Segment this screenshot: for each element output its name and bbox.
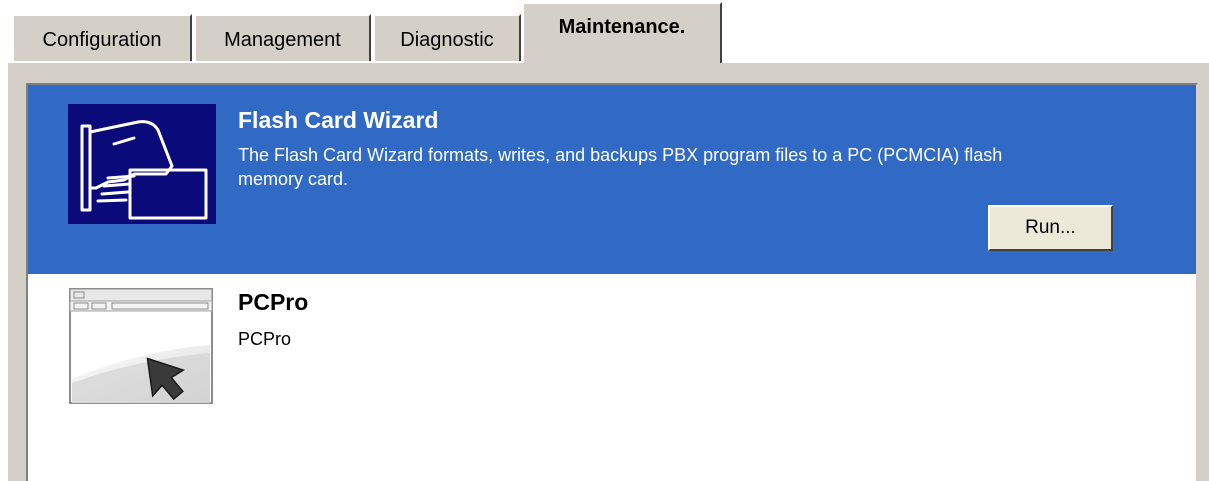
tab-maintenance-label: Maintenance. xyxy=(558,16,686,38)
tab-diagnostic[interactable]: Diagnostic xyxy=(373,14,521,61)
tab-diagnostic-label: Diagnostic xyxy=(400,29,494,51)
tab-management[interactable]: Management xyxy=(194,14,371,61)
list-item-pcpro[interactable]: PCPro PCPro xyxy=(28,274,1196,481)
flash-card-wizard-title: Flash Card Wizard xyxy=(238,107,439,133)
maintenance-window: Configuration Management Diagnostic Main… xyxy=(0,0,1209,481)
tab-maintenance[interactable]: Maintenance. xyxy=(522,2,722,63)
pcpro-window-icon xyxy=(68,287,216,407)
pcpro-description: PCPro xyxy=(238,329,292,349)
tab-configuration-label: Configuration xyxy=(42,29,162,51)
tab-strip: Configuration Management Diagnostic Main… xyxy=(0,0,1209,63)
flash-card-wizard-description: The Flash Card Wizard formats, writes, a… xyxy=(238,145,1003,189)
flash-card-icon xyxy=(68,104,216,224)
tab-panel: Flash Card Wizard The Flash Card Wizard … xyxy=(6,61,1209,481)
pcpro-title: PCPro xyxy=(238,289,309,315)
tool-list: Flash Card Wizard The Flash Card Wizard … xyxy=(26,83,1198,481)
tab-configuration[interactable]: Configuration xyxy=(12,14,192,61)
run-button[interactable]: Run... xyxy=(988,205,1113,251)
list-item-flash-card-wizard[interactable]: Flash Card Wizard The Flash Card Wizard … xyxy=(28,85,1196,274)
tab-management-label: Management xyxy=(224,29,341,51)
